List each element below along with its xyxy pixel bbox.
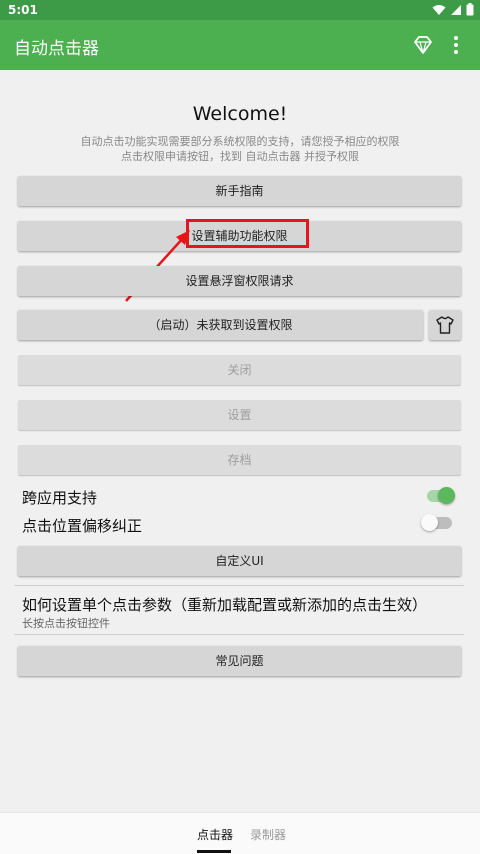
guide-button[interactable]: 新手指南: [18, 176, 461, 206]
toggle-thumb: [421, 514, 438, 531]
offset-correction-label: 点击位置偏移纠正: [22, 517, 143, 535]
shirt-icon: [436, 316, 454, 334]
start-button[interactable]: （启动）未获取到设置权限: [18, 310, 423, 340]
welcome-title: Welcome!: [192, 103, 288, 125]
settings-button[interactable]: 设置: [18, 400, 461, 430]
nav-item-recorder[interactable]: 录制器: [250, 826, 286, 843]
close-button[interactable]: 关闭: [18, 355, 461, 385]
description-line-1: 自动点击功能实现需要部分系统权限的支持，请您授予相应的权限: [80, 135, 400, 148]
signal-icon: [451, 4, 461, 15]
permission-description: 自动点击功能实现需要部分系统权限的支持，请您授予相应的权限 点击权限申请按钮，找…: [30, 134, 450, 164]
cross-app-label: 跨应用支持: [22, 489, 98, 507]
app-title: 自动点击器: [14, 39, 99, 59]
toggle-thumb: [438, 487, 455, 504]
description-line-2: 点击权限申请按钮，找到 自动点击器 并授予权限: [121, 150, 359, 163]
status-bar: 5:01: [0, 0, 480, 20]
save-button[interactable]: 存档: [18, 445, 461, 475]
divider: [14, 634, 464, 635]
help-title: 如何设置单个点击参数（重新加载配置或新添加的点击生效）: [22, 596, 428, 614]
custom-ui-button[interactable]: 自定义UI: [18, 546, 461, 576]
faq-button[interactable]: 常见问题: [18, 646, 461, 676]
status-icons: [432, 3, 474, 16]
highlight-box: [186, 219, 309, 248]
divider: [14, 585, 464, 586]
overlay-permission-button[interactable]: 设置悬浮窗权限请求: [18, 266, 461, 296]
wifi-icon: [432, 4, 446, 15]
help-subtitle: 长按点击按钮控件: [22, 617, 110, 630]
battery-icon: [466, 3, 474, 16]
bottom-navigation: 点击器 录制器: [0, 812, 480, 854]
nav-item-clicker[interactable]: 点击器: [197, 826, 233, 843]
app-bar: 自动点击器: [0, 20, 480, 70]
diamond-icon[interactable]: [412, 34, 434, 56]
status-time: 5:01: [8, 3, 38, 17]
theme-button[interactable]: [429, 310, 461, 340]
more-vert-icon[interactable]: [446, 34, 466, 56]
